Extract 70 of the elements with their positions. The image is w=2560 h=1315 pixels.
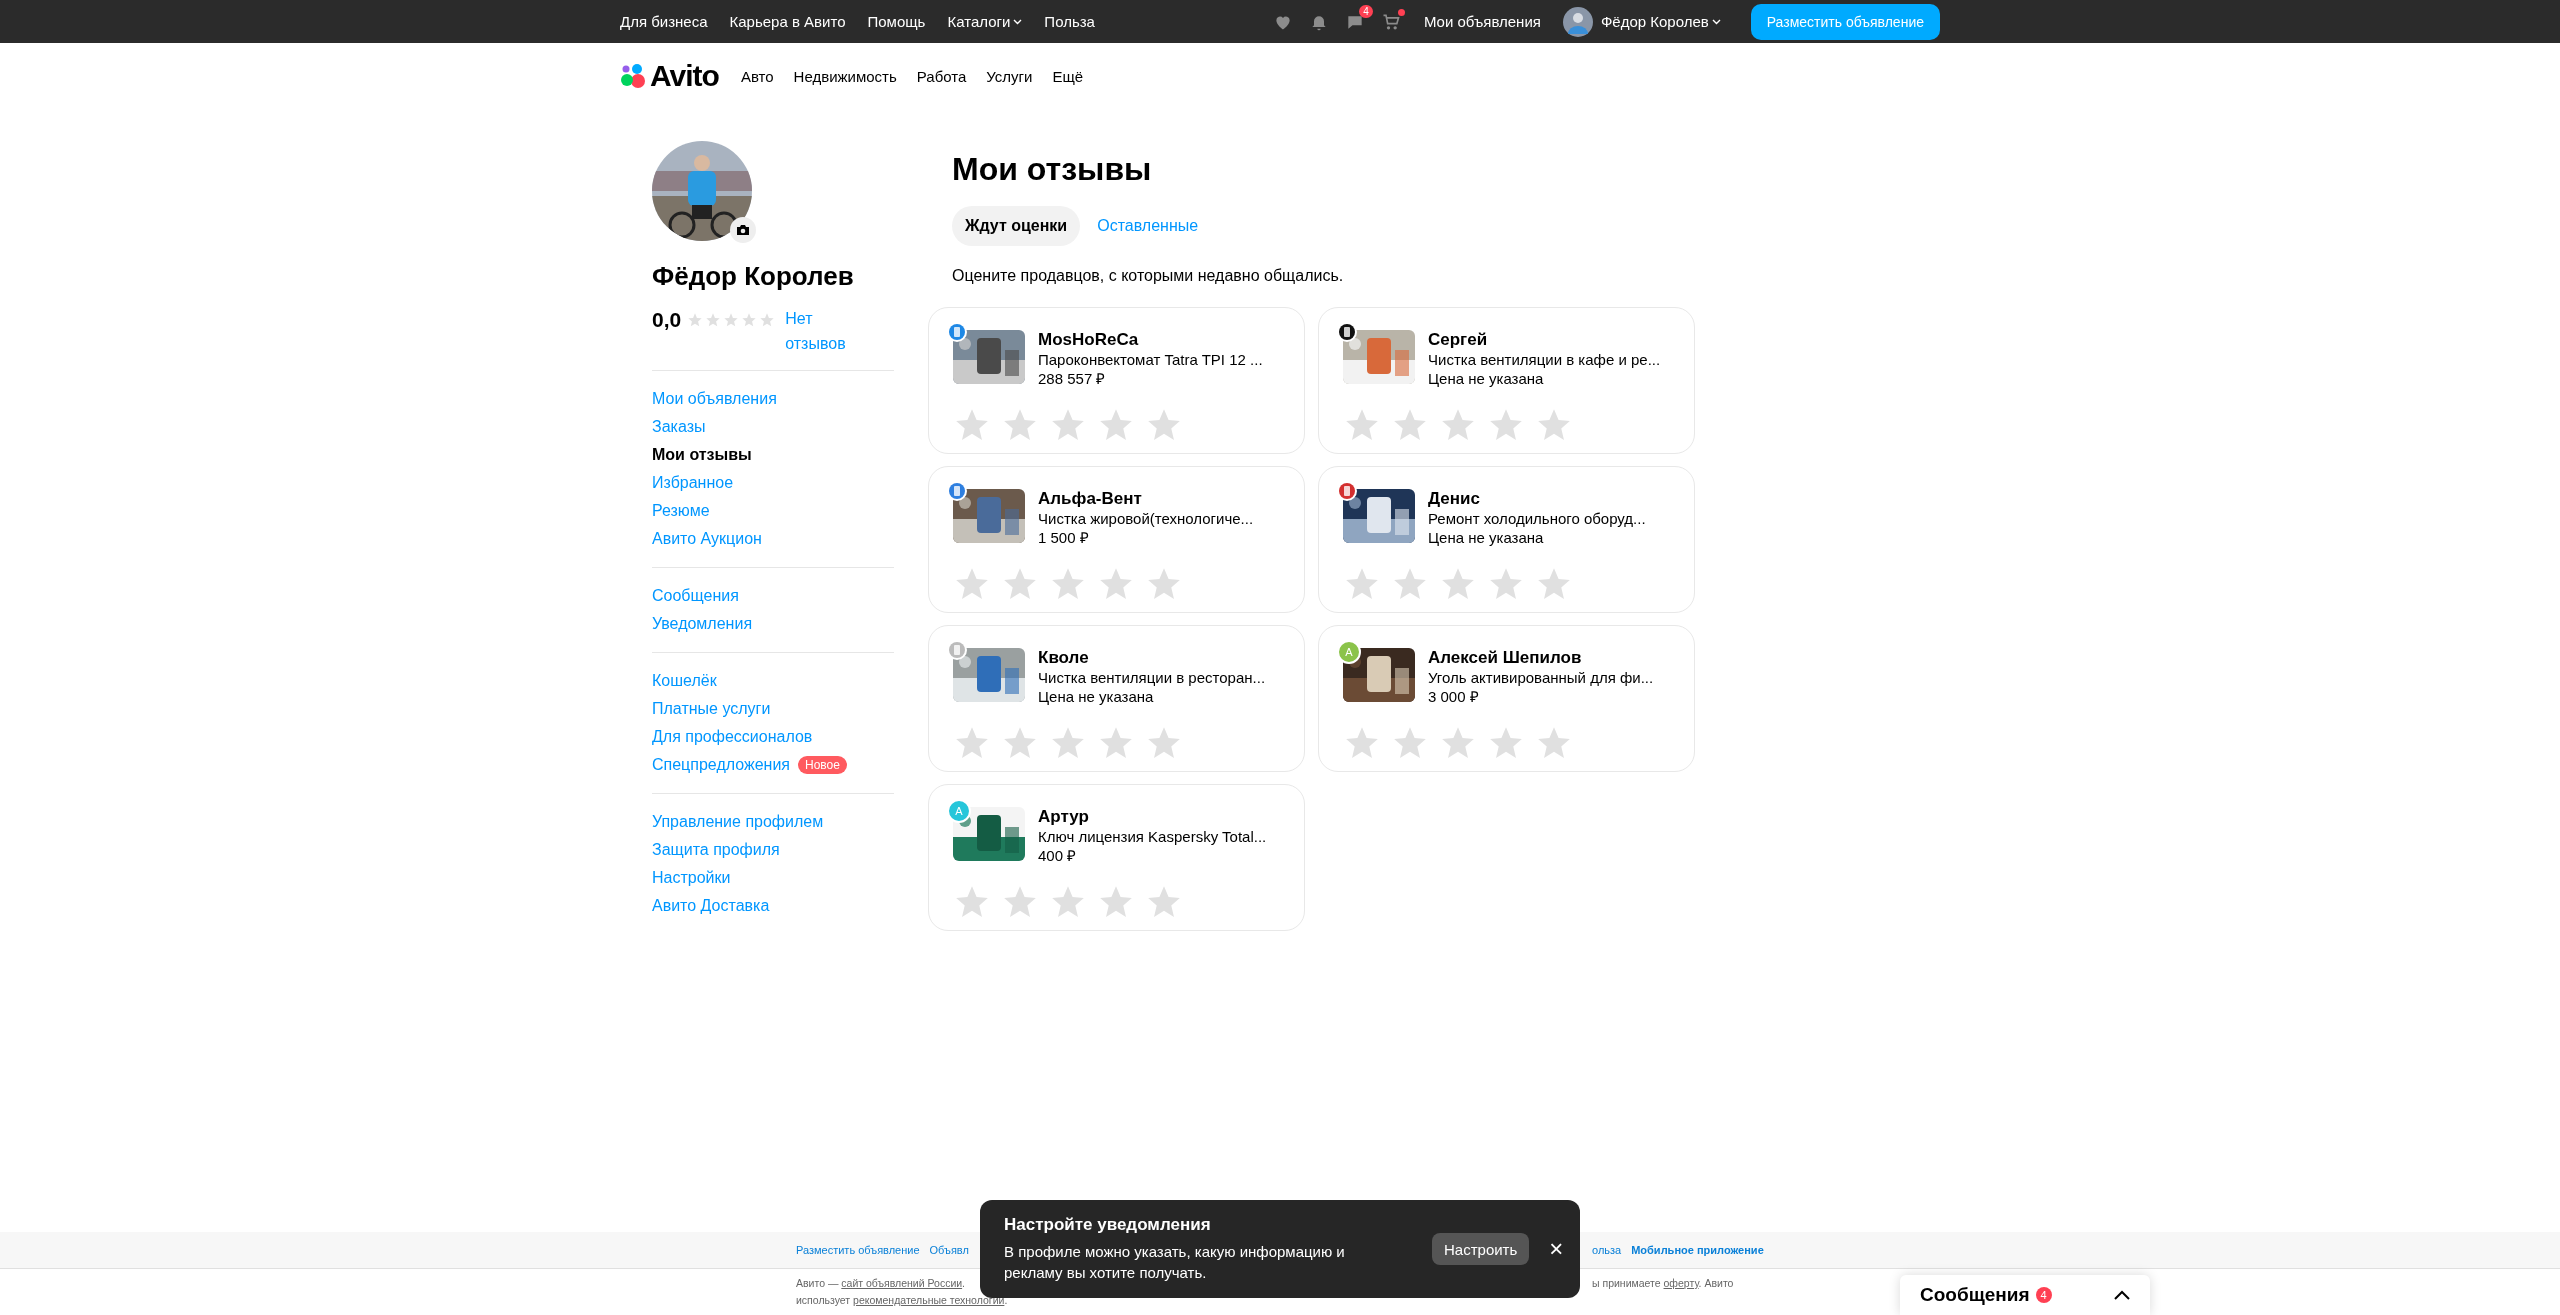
item-price: 400 ₽: [1038, 846, 1078, 865]
seller-name[interactable]: Денис: [1428, 489, 1646, 509]
messenger-panel[interactable]: Сообщения 4: [1900, 1275, 2150, 1315]
messenger-title: Сообщения: [1920, 1284, 2030, 1306]
close-button[interactable]: ×: [1545, 1235, 1568, 1263]
item-title[interactable]: Чистка вентиляции в ресторан...: [1038, 668, 1266, 687]
item-title[interactable]: Пароконвектомат Tatra TPI 12 ...: [1038, 350, 1263, 369]
item-price: Цена не указана: [1038, 687, 1155, 706]
tab[interactable]: Ждут оценки: [952, 206, 1081, 246]
top-nav-link[interactable]: Польза: [1044, 13, 1095, 30]
top-nav-link[interactable]: Карьера в Авито: [729, 13, 846, 30]
category-link[interactable]: Недвижимость: [793, 67, 897, 85]
footer-link[interactable]: ольза: [1592, 1244, 1622, 1256]
legal-text: Авито — сайт объявлений России.: [796, 1276, 967, 1291]
seller-name[interactable]: Артур: [1038, 807, 1267, 827]
seller-name[interactable]: Сергей: [1428, 330, 1661, 350]
item-price: 3 000 ₽: [1428, 687, 1480, 706]
seller-name[interactable]: MosHoReCa: [1038, 330, 1263, 350]
top-nav-link[interactable]: Помощь: [867, 13, 926, 30]
category-link[interactable]: Услуги: [986, 67, 1033, 85]
camera-icon: [736, 224, 750, 236]
footer-link[interactable]: Объявл: [929, 1244, 969, 1256]
rating-star-icon: [759, 312, 776, 328]
seller-avatar: А: [947, 799, 971, 823]
unread-count: 4: [1359, 4, 1373, 18]
legal-text: использует рекомендательные технологии.: [796, 1293, 1008, 1308]
rating-value: 0,0: [652, 307, 682, 333]
item-title[interactable]: Уголь активированный для фи...: [1428, 668, 1654, 687]
item-title[interactable]: Чистка жировой(технологиче...: [1038, 509, 1254, 528]
item-price: Цена не указана: [1428, 369, 1545, 388]
footer-link[interactable]: Мобильное приложение: [1631, 1244, 1764, 1256]
seller-name[interactable]: Кволе: [1038, 648, 1266, 668]
logo-dots-icon: [620, 63, 646, 89]
profile-name: Фёдор Королев: [652, 261, 855, 292]
chevron-up-icon[interactable]: [2114, 1290, 2130, 1300]
item-title[interactable]: Ремонт холодильного оборуд...: [1428, 509, 1646, 528]
sidebar-item[interactable]: Мои отзывы: [652, 441, 894, 469]
seller-name[interactable]: Альфа-Вент: [1038, 489, 1254, 509]
item-title[interactable]: Чистка вентиляции в кафе и ре...: [1428, 350, 1661, 369]
top-nav-link[interactable]: Каталоги: [947, 13, 1023, 30]
user-menu[interactable]: Фёдор Королев: [1600, 13, 1721, 30]
new-badge: Новое: [798, 756, 847, 774]
page-title: Мои отзывы: [952, 150, 1153, 189]
item-title[interactable]: Ключ лицензия Kaspersky Total...: [1038, 827, 1267, 846]
rating-star-icon: [723, 312, 740, 328]
seller-avatar: А: [1337, 640, 1361, 664]
change-photo-button[interactable]: [730, 217, 756, 243]
chevron-down-icon: [1013, 18, 1023, 25]
rating-star-icon: [741, 312, 758, 328]
category-link[interactable]: Авто: [740, 67, 774, 85]
footer-link[interactable]: Разместить объявление: [796, 1244, 920, 1256]
legal-link[interactable]: оферту: [1663, 1277, 1699, 1289]
top-nav-link[interactable]: Для бизнеса: [620, 13, 708, 30]
toast-title: Настройте уведомления: [1004, 1215, 1212, 1235]
unread-count: 4: [2035, 1287, 2052, 1303]
instruction-text: Оцените продавцов, с которыми недавно общались.: [952, 267, 1345, 285]
item-price: Цена не указана: [1428, 528, 1545, 547]
category-link[interactable]: Работа: [916, 67, 967, 85]
rating-star-icon: [705, 312, 722, 328]
logo[interactable]: Avito: [650, 59, 719, 93]
user-avatar-icon[interactable]: [1562, 6, 1593, 37]
configure-button[interactable]: Настроить: [1432, 1233, 1530, 1265]
item-price: 1 500 ₽: [1038, 528, 1090, 547]
seller-name[interactable]: Алексей Шепилов: [1428, 648, 1654, 668]
chevron-down-icon: [1711, 18, 1721, 25]
category-link[interactable]: Ещё: [1052, 67, 1084, 85]
my-ads-link[interactable]: Мои объявления: [1423, 13, 1541, 30]
item-price: 288 557 ₽: [1038, 369, 1107, 388]
rating-star-icon: [687, 312, 704, 328]
toast-text: В профиле можно указать, какую информацию и рекламу вы хотите получать.: [1004, 1242, 1346, 1283]
